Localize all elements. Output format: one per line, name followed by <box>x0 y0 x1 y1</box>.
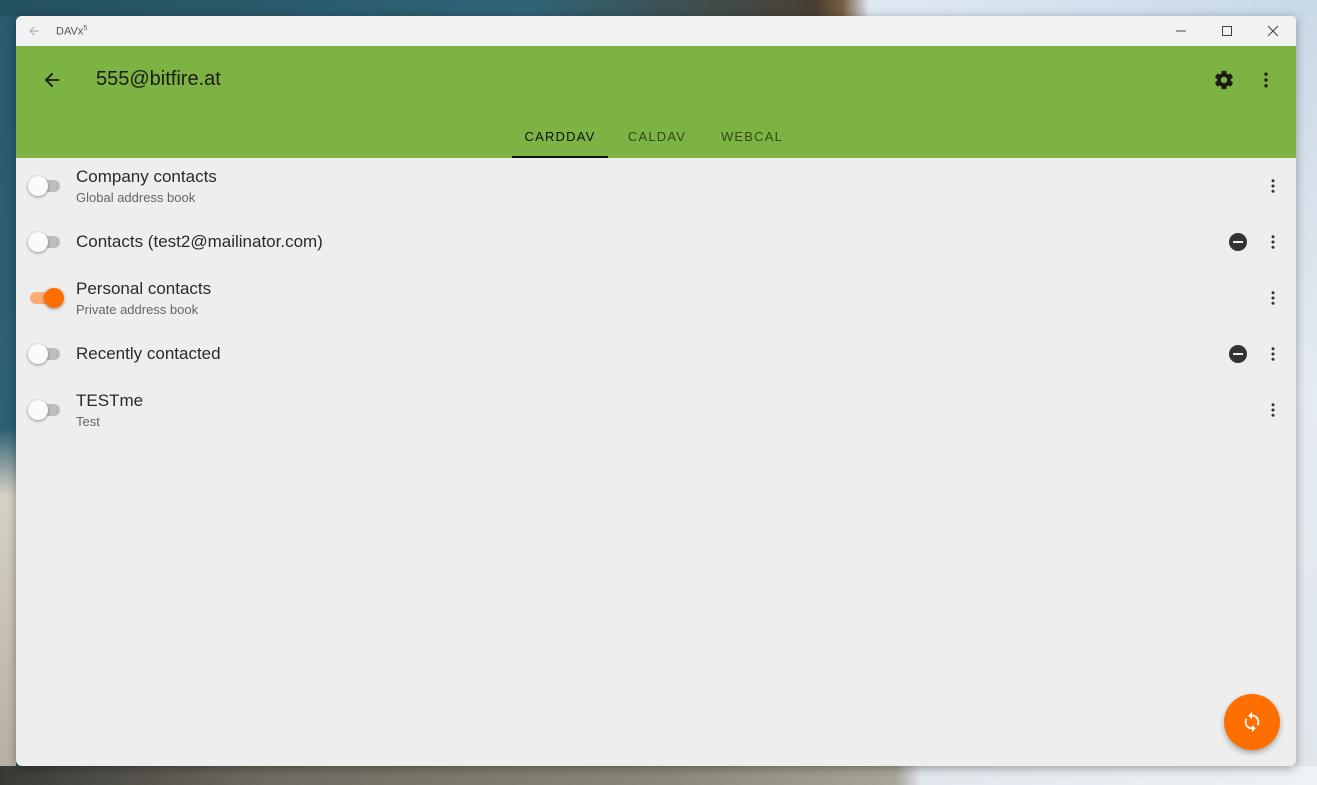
collection-list: Company contacts Global address book Con… <box>16 158 1296 438</box>
collection-title: TESTme <box>76 391 144 410</box>
list-item-text: Company contacts Global address book <box>76 158 217 214</box>
list-item-text: TESTme Test <box>76 382 143 438</box>
account-title: 555@bitfire.at <box>96 68 221 90</box>
minimize-button[interactable] <box>1158 16 1204 46</box>
window-title-text: DAVx <box>56 25 84 38</box>
collection-menu-button[interactable] <box>1261 174 1285 198</box>
collection-subtitle: Global address book <box>76 190 196 205</box>
titlebar-back-button[interactable] <box>16 16 52 46</box>
list-item-text: Recently contacted <box>76 326 221 382</box>
tab-webcal[interactable]: WEBCAL <box>706 114 798 158</box>
collection-menu-button[interactable] <box>1261 398 1285 422</box>
list-item[interactable]: Company contacts Global address book <box>16 158 1296 214</box>
collection-title: Contacts (test2@mailinator.com) <box>76 232 323 251</box>
window-title-sup: 5 <box>83 24 88 32</box>
arrow-back-icon <box>44 72 60 88</box>
more-vert-icon <box>1264 72 1268 88</box>
remove-circle-icon <box>1229 345 1247 363</box>
account-settings-button[interactable] <box>1208 64 1240 96</box>
more-vert-icon <box>1271 235 1275 249</box>
minimize-icon <box>1176 30 1186 32</box>
sync-toggle[interactable] <box>28 400 62 420</box>
collection-subtitle: Private address book <box>76 302 199 317</box>
tab-carddav[interactable]: CARDDAV <box>512 114 608 158</box>
desktop-background-left <box>0 16 16 766</box>
collection-menu-button[interactable] <box>1261 342 1285 366</box>
gear-icon <box>1215 70 1233 90</box>
arrow-back-icon <box>29 26 39 36</box>
navigate-up-button[interactable] <box>36 64 68 96</box>
sync-toggle[interactable] <box>30 288 64 308</box>
window-controls <box>1158 16 1296 46</box>
tab-caldav[interactable]: CALDAV <box>608 114 706 158</box>
list-item-text: Personal contacts Private address book <box>76 270 211 326</box>
list-item[interactable]: Personal contacts Private address book <box>16 270 1296 326</box>
read-only-indicator <box>1228 232 1248 252</box>
desktop-background-right <box>1296 16 1317 766</box>
desktop-background-bottom <box>0 766 1317 785</box>
list-item[interactable]: Contacts (test2@mailinator.com) <box>16 214 1296 270</box>
maximize-icon <box>1222 26 1232 36</box>
collection-menu-button[interactable] <box>1261 286 1285 310</box>
tab-bar: CARDDAV CALDAV WEBCAL <box>512 114 798 158</box>
overflow-menu-button[interactable] <box>1250 64 1282 96</box>
app-bar: 555@bitfire.at CARDDAV CALDAV WEBCAL <box>16 46 1296 158</box>
sync-now-button[interactable] <box>1224 694 1280 750</box>
window-titlebar: DAVx5 <box>16 16 1296 46</box>
collection-subtitle: Test <box>76 414 100 429</box>
close-button[interactable] <box>1250 16 1296 46</box>
more-vert-icon <box>1271 179 1275 193</box>
collection-menu-button[interactable] <box>1261 230 1285 254</box>
more-vert-icon <box>1271 347 1275 361</box>
sync-toggle[interactable] <box>28 232 62 252</box>
sync-toggle[interactable] <box>28 344 62 364</box>
close-icon <box>1267 25 1279 37</box>
list-item-text: Contacts (test2@mailinator.com) <box>76 214 323 270</box>
collection-title: Company contacts <box>76 167 217 186</box>
sync-icon <box>1244 711 1260 733</box>
collection-title: Personal contacts <box>76 279 212 298</box>
remove-circle-icon <box>1229 233 1247 251</box>
list-item[interactable]: TESTme Test <box>16 382 1296 438</box>
collection-title: Recently contacted <box>76 344 221 363</box>
sync-toggle[interactable] <box>28 176 62 196</box>
desktop-background-top <box>0 0 1317 16</box>
more-vert-icon <box>1271 291 1275 305</box>
window-title: DAVx5 <box>56 25 87 38</box>
app-window: DAVx5 555@bitfire.at CARDDAV CALDAV WEBC… <box>16 16 1296 766</box>
maximize-button[interactable] <box>1204 16 1250 46</box>
more-vert-icon <box>1271 403 1275 417</box>
read-only-indicator <box>1228 344 1248 364</box>
list-item[interactable]: Recently contacted <box>16 326 1296 382</box>
